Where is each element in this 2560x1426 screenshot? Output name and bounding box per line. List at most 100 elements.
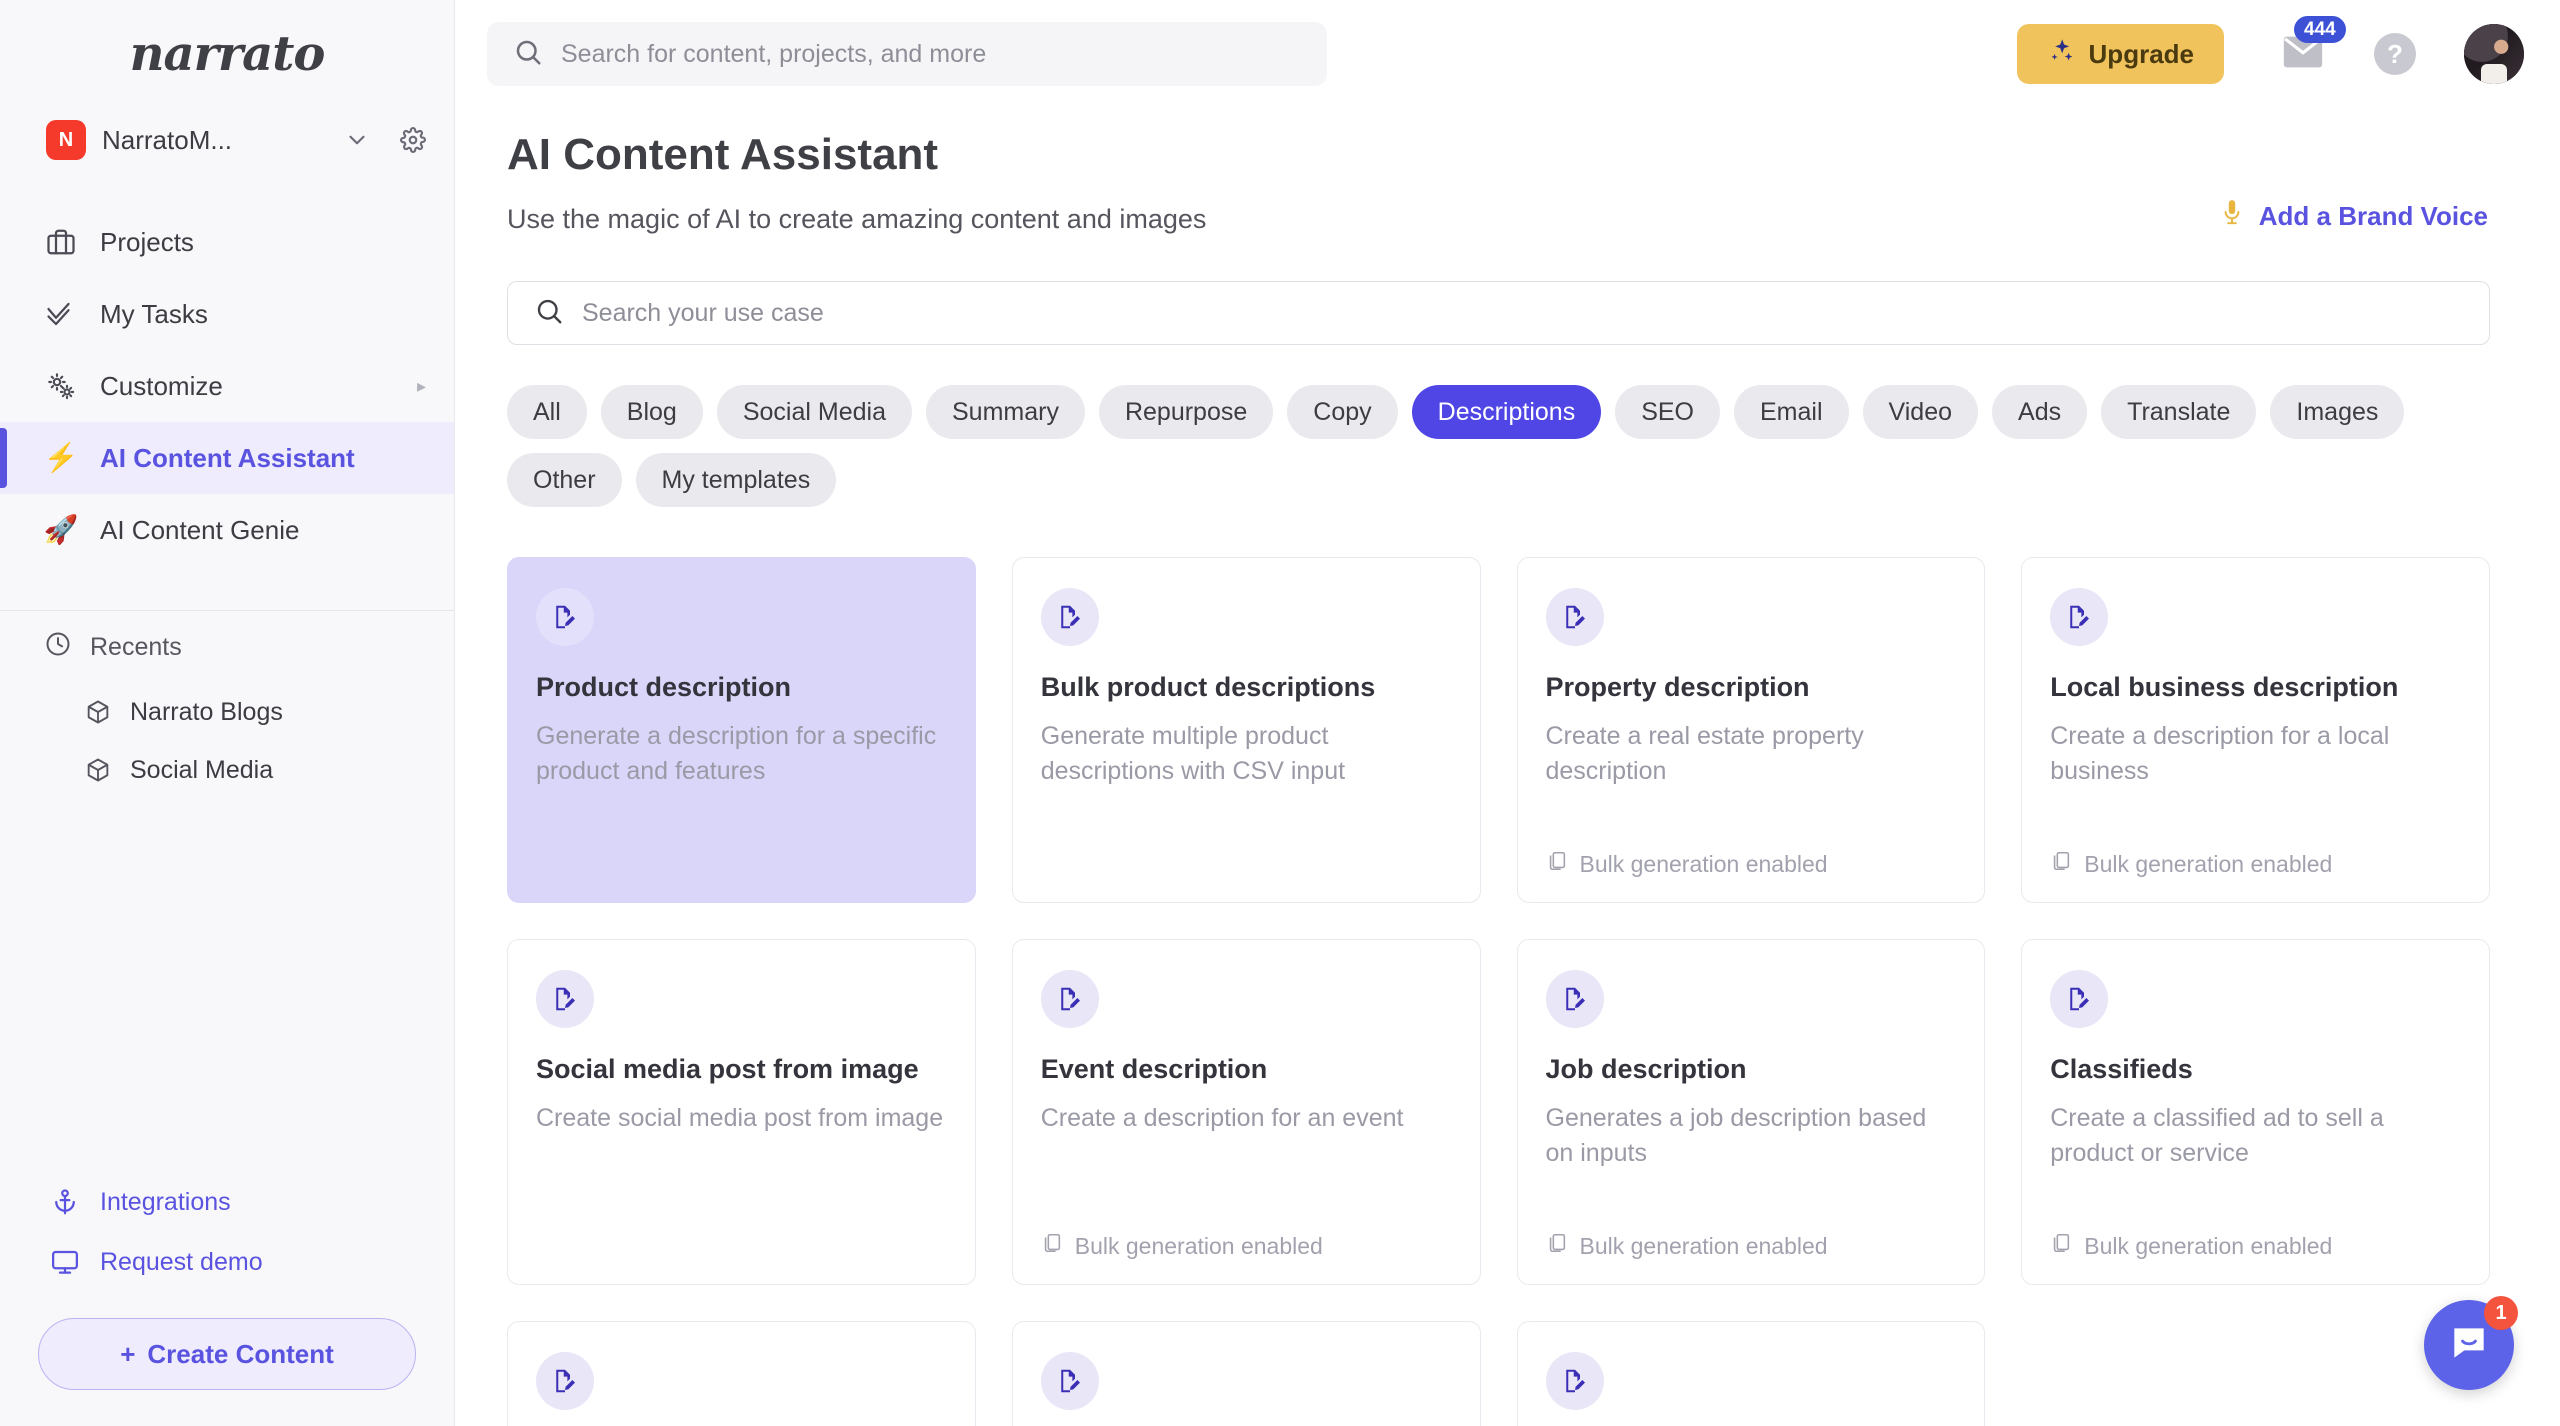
page-title: AI Content Assistant [507,130,939,179]
help-icon[interactable]: ? [2374,33,2416,75]
bulk-generation-label: Bulk generation enabled [1074,1232,1323,1259]
monitor-icon [50,1247,80,1277]
double-check-icon [44,299,78,329]
template-card[interactable]: Bulk generation enabled [1011,1321,1481,1426]
usecase-search-input[interactable]: Search your use case [507,281,2490,345]
sidebar-item-label: My Tasks [100,298,208,329]
search-icon [513,37,543,72]
integrations-link[interactable]: Integrations [0,1172,454,1232]
copy-icon [1546,850,1568,878]
create-content-label: Create Content [147,1338,334,1369]
global-search-input[interactable]: Search for content, projects, and more [487,22,1327,86]
copy-icon [1546,1232,1568,1260]
filter-pill-all[interactable]: All [507,385,587,439]
template-card-title: Social media post from image [536,1054,919,1084]
document-edit-icon [536,588,594,646]
chevron-down-icon[interactable] [344,127,370,153]
template-card[interactable]: Property description Create a real estate… [1516,557,1986,903]
sidebar-item-projects[interactable]: Projects [0,206,454,278]
template-card-description: Create a classified ad to sell a product… [2050,1104,2384,1167]
document-edit-icon [2050,970,2109,1028]
sparkles-icon [2047,37,2075,72]
template-card-description: Create social media post from image [536,1104,944,1132]
intercom-unread-badge: 1 [2484,1296,2518,1330]
bulk-generation-label: Bulk generation enabled [2084,1232,2333,1259]
sidebar-item-my-tasks[interactable]: My Tasks [0,278,454,350]
messages-button[interactable]: 444 [2280,15,2346,77]
page-subtitle: Use the magic of AI to create amazing co… [507,204,1207,234]
template-card[interactable]: Classifieds Create a classified ad to sel… [2021,939,2490,1285]
brand-logo[interactable]: narrato [0,0,454,108]
template-card[interactable]: Job description Generates a job descripti… [1516,939,1986,1285]
category-filter-pills: All Blog Social Media Summary Repurpose Copy D… [507,385,2484,507]
copy-icon [2050,1232,2072,1260]
template-card[interactable]: Local business description Create a descr… [2021,557,2490,903]
filter-pill-other[interactable]: Other [507,453,622,507]
template-card-description: Generate multiple product descriptions w… [1040,722,1346,785]
template-card-title: Job description [1545,1054,1747,1084]
add-brand-voice-label: Add a Brand Voice [2258,201,2488,231]
upgrade-label: Upgrade [2088,38,2194,69]
add-brand-voice-button[interactable]: Add a Brand Voice [2219,198,2488,235]
filter-pill-blog[interactable]: Blog [600,385,703,439]
recents-label: Recents [90,632,182,661]
bulk-generation-badge: Bulk generation enabled [2050,850,2461,878]
user-avatar[interactable] [2464,24,2524,84]
filter-pill-email[interactable]: Email [1734,385,1849,439]
template-card[interactable]: Bulk generation enabled [1516,1321,1986,1426]
document-edit-icon [1040,970,1099,1028]
gear-icon[interactable] [400,127,426,153]
filter-pill-summary[interactable]: Summary [925,385,1085,439]
filter-pill-repurpose[interactable]: Repurpose [1098,385,1274,439]
template-card[interactable]: Bulk generation enabled [507,1321,976,1426]
filter-pill-translate[interactable]: Translate [2101,385,2257,439]
document-edit-icon [2050,588,2109,646]
template-card[interactable]: Social media post from image Create socia… [507,939,976,1285]
template-card-title: Classifieds [2050,1054,2193,1084]
sidebar-nav: Projects My Tasks Customize ▸ ⚡ AI Conte… [0,206,454,566]
recent-item-narrato-blogs[interactable]: Narrato Blogs [0,683,454,741]
document-edit-icon [1545,588,1604,646]
filter-pill-copy[interactable]: Copy [1287,385,1398,439]
bulk-generation-badge: Bulk generation enabled [2050,1232,2461,1260]
bulk-generation-label: Bulk generation enabled [1579,850,1828,877]
plus-icon: + [120,1338,136,1369]
sidebar-item-label: AI Content Genie [100,514,300,545]
filter-pill-ads[interactable]: Ads [1992,385,2088,439]
intercom-chat-button[interactable]: 1 [2424,1296,2518,1390]
bulk-generation-label: Bulk generation enabled [1579,1232,1828,1259]
request-demo-link[interactable]: Request demo [0,1232,454,1292]
messages-badge: 444 [2294,15,2346,44]
filter-pill-images[interactable]: Images [2270,385,2405,439]
workspace-avatar: N [46,120,86,160]
template-card-grid: Product description Generate a descriptio… [507,557,2490,1426]
template-card[interactable]: Event description Create a description fo… [1011,939,1481,1285]
template-card[interactable]: Product description Generate a descriptio… [507,557,976,903]
upgrade-button[interactable]: Upgrade [2016,24,2224,84]
sidebar-item-customize[interactable]: Customize ▸ [0,350,454,422]
request-demo-label: Request demo [100,1247,263,1276]
document-edit-icon [536,970,594,1028]
create-content-button[interactable]: + Create Content [38,1318,416,1390]
template-card[interactable]: Bulk product descriptions Generate multip… [1011,557,1481,903]
document-edit-icon [1040,1352,1099,1410]
filter-pill-my-templates[interactable]: My templates [635,453,837,507]
recent-item-social-media[interactable]: Social Media [0,741,454,799]
template-card-title: Bulk product descriptions [1040,672,1376,702]
sidebar-item-ai-content-genie[interactable]: 🚀 AI Content Genie [0,494,454,566]
rocket-icon: 🚀 [43,514,79,545]
template-card-description: Generates a job description based on inp… [1545,1104,1927,1167]
template-card-description: Generate a description for a specific pr… [536,722,937,785]
copy-icon [2050,850,2072,878]
avatar-image-body [2480,63,2508,84]
document-edit-icon [1040,588,1099,646]
filter-pill-video[interactable]: Video [1862,385,1979,439]
workspace-switcher[interactable]: N NarratoM... [0,108,454,172]
filter-pill-descriptions[interactable]: Descriptions [1411,385,1602,439]
sidebar-item-ai-content-assistant[interactable]: ⚡ AI Content Assistant [0,422,454,494]
page-content: AI Content Assistant Use the magic of AI… [455,108,2560,1426]
app-root: narrato N NarratoM... Projects My Tasks … [0,0,2560,1426]
filter-pill-seo[interactable]: SEO [1615,385,1720,439]
filter-pill-social-media[interactable]: Social Media [716,385,912,439]
document-edit-icon [1545,970,1604,1028]
